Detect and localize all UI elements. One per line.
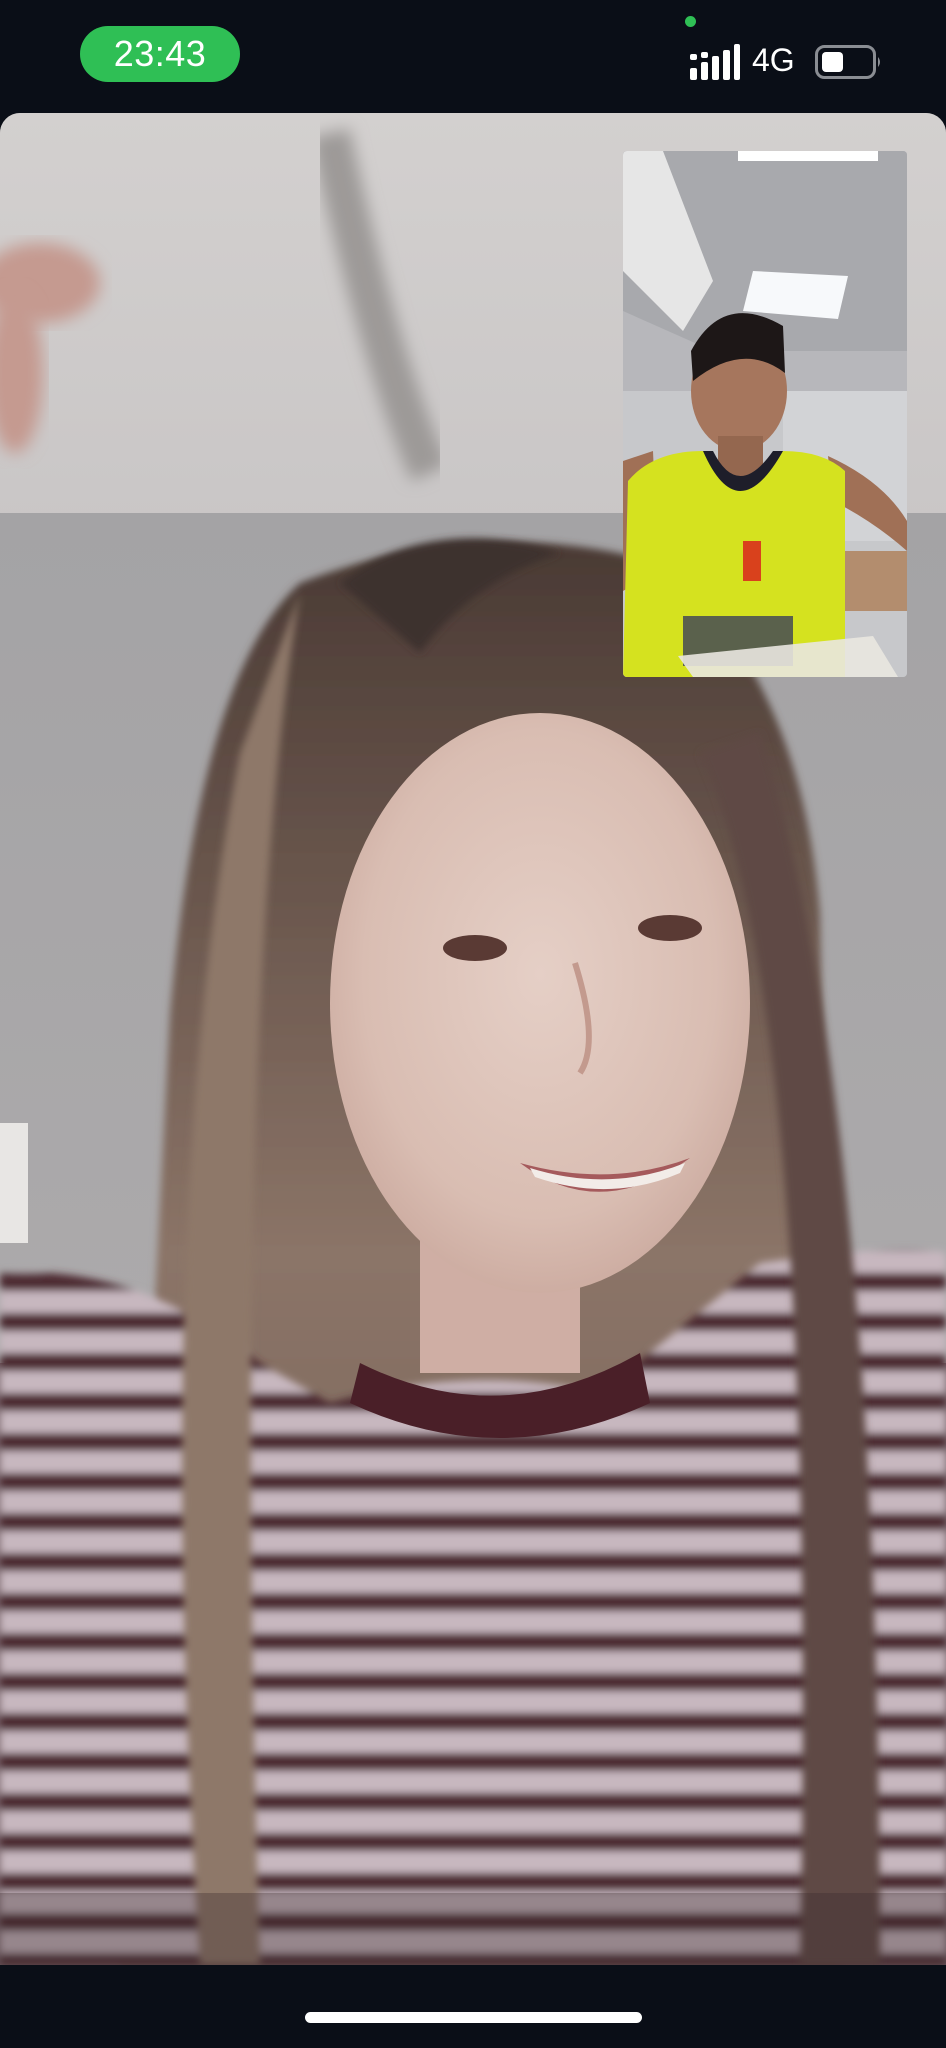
bottom-bar: [0, 1965, 946, 2048]
battery-icon: [815, 45, 880, 79]
self-camera-preview[interactable]: [623, 151, 907, 677]
status-bar: 23:43 4G: [0, 0, 946, 112]
signal-strength-icon: [690, 44, 740, 80]
home-indicator[interactable]: [305, 2012, 642, 2023]
local-participant-image: [623, 151, 907, 677]
camera-in-use-dot-icon: [685, 16, 696, 27]
call-time-pill[interactable]: 23:43: [80, 26, 240, 82]
network-type-label: 4G: [752, 42, 795, 78]
